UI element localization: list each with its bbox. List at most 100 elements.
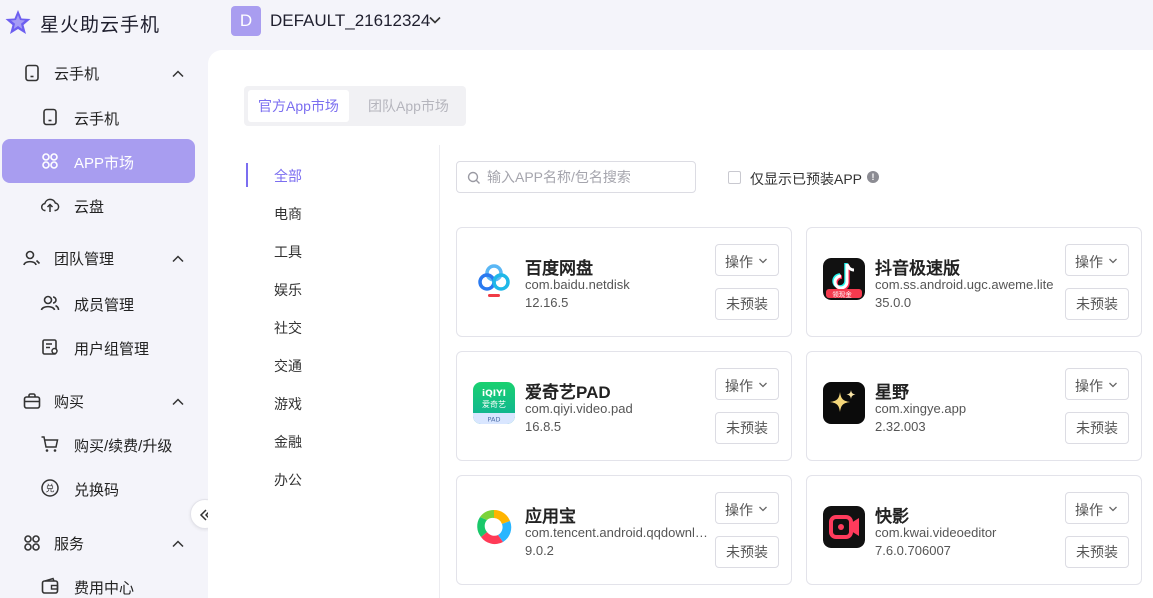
sidebar-item-cloud-phone[interactable]: 云手机: [2, 95, 195, 139]
chevron-down-icon: [759, 258, 767, 264]
chevron-up-icon: [172, 398, 184, 406]
app-card-iqiyi-pad: iQIYI 爱奇艺 PAD 爱奇艺PAD com.qiyi.video.pad …: [456, 351, 792, 461]
category-label: 金融: [274, 434, 302, 450]
xingye-icon: [823, 382, 865, 424]
app-card-yingyongbao: 应用宝 com.tencent.android.qqdownloader 9.0…: [456, 475, 792, 585]
category-label: 全部: [274, 168, 302, 184]
app-title: 星火助云手机: [40, 15, 161, 36]
preinstalled-checkbox[interactable]: [728, 171, 741, 184]
app-actions-dropdown[interactable]: 操作: [1065, 492, 1129, 524]
chevron-up-icon: [172, 255, 184, 263]
tab-team-app-market[interactable]: 团队App市场: [358, 90, 459, 122]
app-card-baidu-netdisk: 百度网盘 com.baidu.netdisk 12.16.5 操作 未预装: [456, 227, 792, 337]
icon-text: iQIYI: [482, 389, 506, 399]
category-transport[interactable]: 交通: [246, 353, 366, 377]
chevron-up-icon: [172, 540, 184, 548]
market-tabs: 官方App市场 团队App市场: [244, 86, 466, 126]
category-finance[interactable]: 金融: [246, 429, 366, 453]
category-ecommerce[interactable]: 电商: [246, 201, 366, 225]
tab-official-app-market[interactable]: 官方App市场: [248, 90, 349, 122]
redeem-coin-icon: 兑: [41, 479, 59, 497]
category-social[interactable]: 社交: [246, 315, 366, 339]
install-status-button[interactable]: 未预装: [715, 412, 779, 444]
wallet-icon: [41, 577, 59, 594]
cloud-upload-icon: [41, 198, 60, 212]
sidebar-item-label: 云手机: [74, 111, 120, 128]
sidebar-item-members[interactable]: 成员管理: [2, 281, 195, 325]
info-icon[interactable]: !: [867, 171, 879, 183]
members-icon: [40, 295, 60, 311]
app-name: 爱奇艺PAD: [525, 383, 611, 402]
bag-icon: [23, 393, 41, 409]
nav-group-service[interactable]: 服务: [0, 523, 208, 563]
icon-text: 爱奇艺: [482, 399, 506, 409]
icon-badge-text: 领现金: [832, 290, 852, 299]
sidebar: 云手机 云手机 APP市场 云盘 团队管理 成员管理 用户组管理 购买 购买/续…: [0, 48, 220, 598]
category-label: 电商: [274, 206, 302, 222]
cart-icon: [41, 436, 59, 452]
search-input[interactable]: [487, 167, 687, 187]
install-status-button[interactable]: 未预装: [1065, 536, 1129, 568]
chevron-down-icon: [1109, 506, 1117, 512]
phone-icon: [43, 108, 57, 126]
sidebar-item-label: 用户组管理: [74, 341, 150, 358]
team-icon: [23, 250, 41, 266]
workspace-avatar[interactable]: D: [231, 6, 261, 36]
user-group-icon: [42, 339, 58, 355]
install-status-button[interactable]: 未预装: [1065, 412, 1129, 444]
sidebar-item-app-market[interactable]: APP市场: [2, 139, 195, 183]
sidebar-item-buy-renew-upgrade[interactable]: 购买/续费/升级: [2, 422, 195, 466]
main-panel: 官方App市场 团队App市场 全部 电商 工具 娱乐 社交 交通 游戏 金融 …: [208, 50, 1153, 598]
app-name: 快影: [875, 507, 909, 526]
category-label: 娱乐: [274, 282, 302, 298]
app-card-douyin-lite: 领现金 抖音极速版 com.ss.android.ugc.aweme.lite …: [806, 227, 1142, 337]
star-logo-icon: [5, 10, 31, 34]
app-version: 7.6.0.706007: [875, 543, 951, 558]
search-icon: [467, 171, 480, 184]
sidebar-item-user-groups[interactable]: 用户组管理: [2, 325, 195, 369]
category-office[interactable]: 办公: [246, 467, 366, 491]
nav-group-cloud-phone[interactable]: 云手机: [0, 53, 208, 93]
category-tools[interactable]: 工具: [246, 239, 366, 263]
app-actions-dropdown[interactable]: 操作: [715, 368, 779, 400]
install-status-button[interactable]: 未预装: [715, 536, 779, 568]
actions-label: 操作: [1075, 378, 1103, 394]
app-version: 9.0.2: [525, 543, 554, 558]
nav-group-team[interactable]: 团队管理: [0, 238, 208, 278]
preinstalled-label: 仅显示已预装APP: [750, 171, 863, 187]
category-entertainment[interactable]: 娱乐: [246, 277, 366, 301]
app-version: 12.16.5: [525, 295, 569, 310]
app-package: com.kwai.videoeditor: [875, 525, 997, 540]
nav-group-label: 云手机: [54, 66, 100, 83]
app-actions-dropdown[interactable]: 操作: [715, 244, 779, 276]
sidebar-item-billing-center[interactable]: 费用中心: [2, 564, 195, 598]
app-version: 16.8.5: [525, 419, 562, 434]
app-actions-dropdown[interactable]: 操作: [1065, 244, 1129, 276]
category-label: 办公: [274, 472, 302, 488]
app-actions-dropdown[interactable]: 操作: [715, 492, 779, 524]
apps-grid-icon: [42, 153, 58, 169]
app-actions-dropdown[interactable]: 操作: [1065, 368, 1129, 400]
workspace-name[interactable]: DEFAULT_21612324: [270, 11, 430, 31]
app-version: 35.0.0: [875, 295, 912, 310]
search-box[interactable]: [456, 161, 696, 193]
chevron-down-icon[interactable]: [428, 13, 442, 27]
category-games[interactable]: 游戏: [246, 391, 366, 415]
icon-text: PAD: [488, 416, 501, 424]
sidebar-item-label: 兑换码: [74, 482, 120, 499]
sidebar-item-label: 云盘: [74, 199, 105, 216]
actions-label: 操作: [1075, 502, 1103, 518]
nav-group-purchase[interactable]: 购买: [0, 381, 208, 421]
install-status-button[interactable]: 未预装: [715, 288, 779, 320]
app-version: 2.32.003: [875, 419, 926, 434]
app-card-kuaiying: 快影 com.kwai.videoeditor 7.6.0.706007 操作 …: [806, 475, 1142, 585]
sidebar-item-cloud-disk[interactable]: 云盘: [2, 183, 195, 227]
category-label: 游戏: [274, 396, 302, 412]
install-status-button[interactable]: 未预装: [1065, 288, 1129, 320]
category-all[interactable]: 全部: [246, 163, 366, 187]
chevron-down-icon: [759, 382, 767, 388]
sidebar-item-redeem-code[interactable]: 兑 兑换码: [2, 466, 195, 510]
actions-label: 操作: [725, 378, 753, 394]
phone-icon: [25, 64, 39, 82]
app-package: com.xingye.app: [875, 401, 967, 416]
